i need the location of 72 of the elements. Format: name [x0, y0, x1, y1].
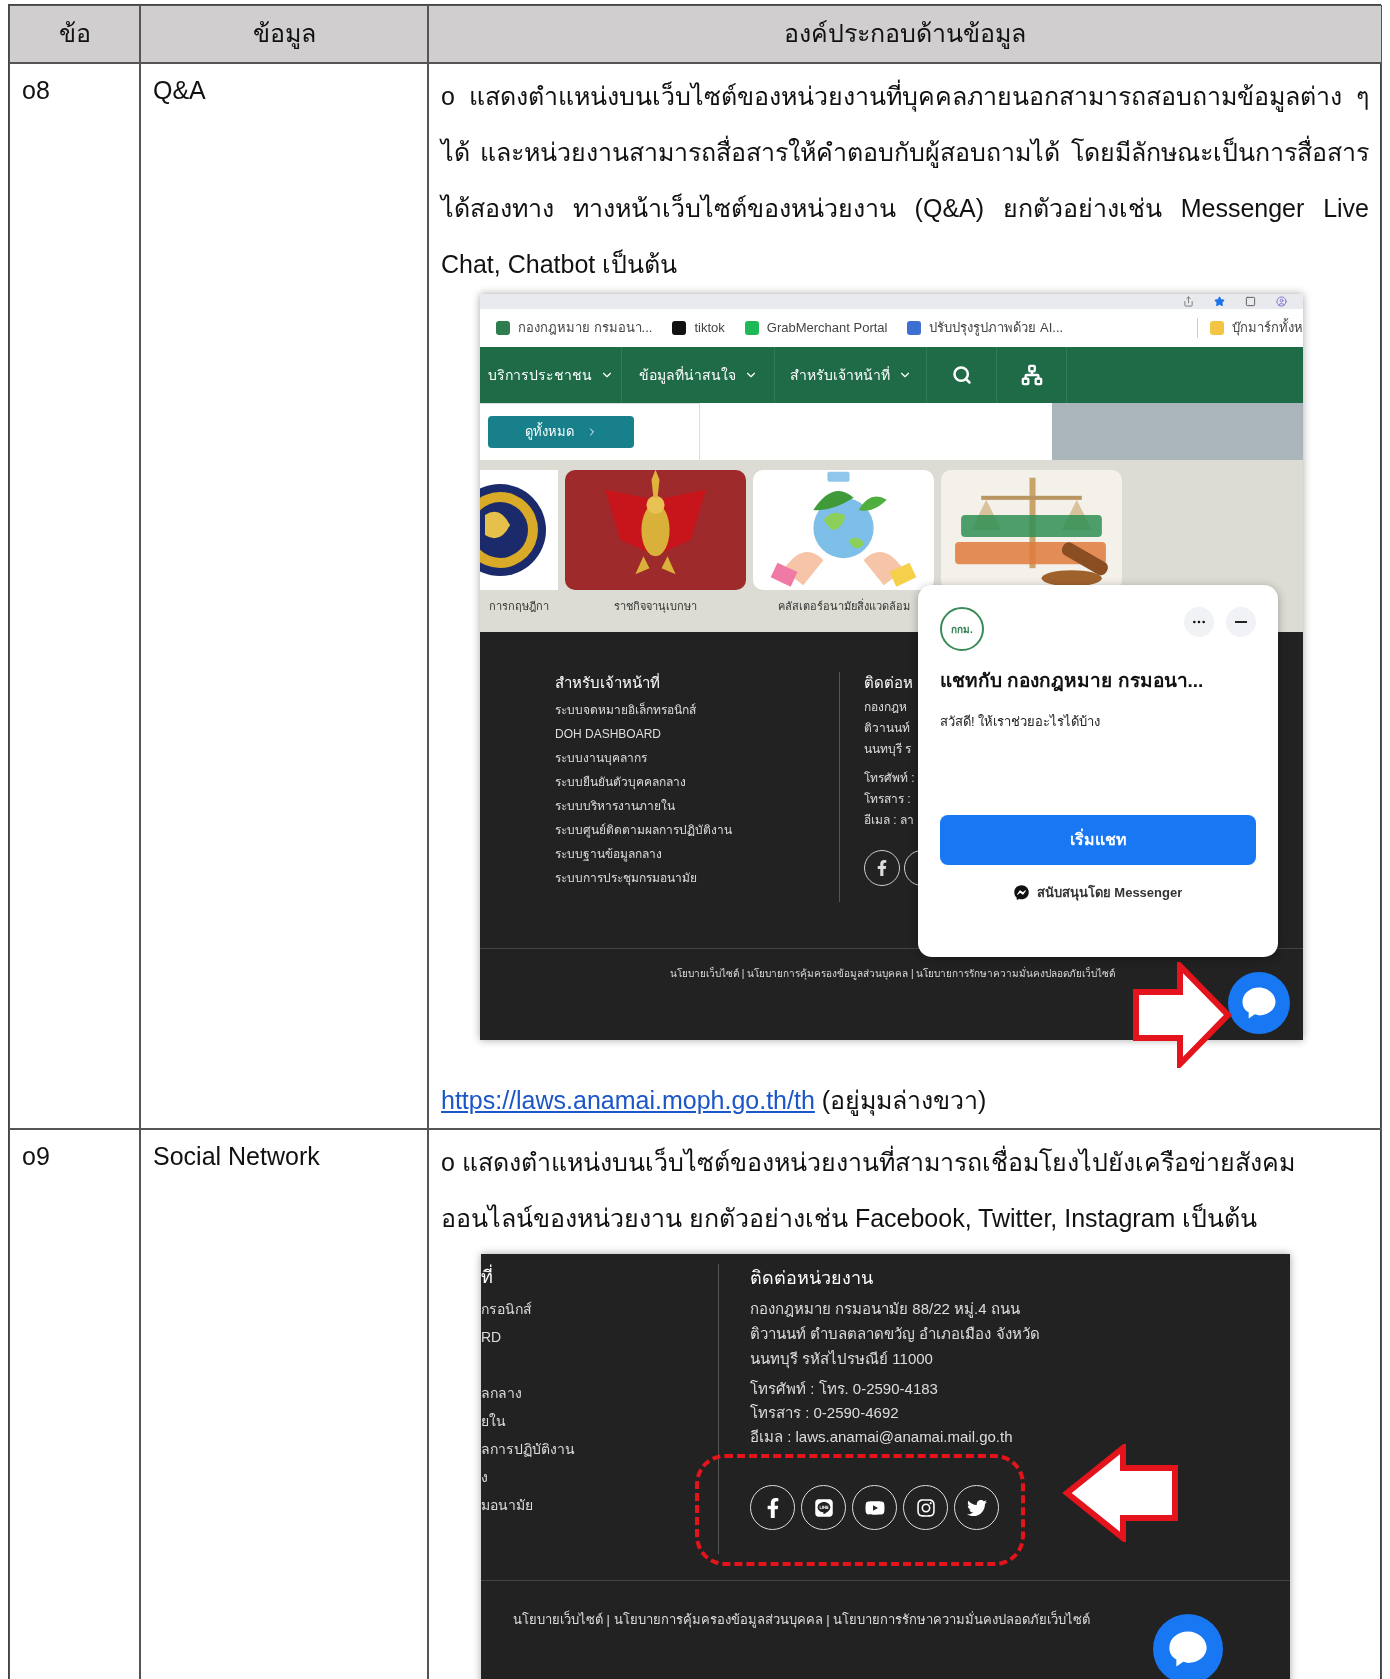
- footer-link[interactable]: ระบบงานบุคลากร: [555, 748, 839, 767]
- instagram-icon[interactable]: [903, 1485, 948, 1530]
- chat-bubble-icon[interactable]: [1153, 1614, 1223, 1679]
- address-line: นนทบุรี รหัสไปรษณีย์ 11000: [750, 1349, 934, 1371]
- link-note: (อยู่มุมล่างขวา): [821, 1086, 987, 1114]
- page-logo: กกม.: [940, 607, 984, 651]
- footer-heading: ติดต่อหน่วยงาน: [750, 1267, 874, 1290]
- description: o แสดงตำแหน่งบนเว็บไซต์ของหน่วยงานที่สามารถเชื่อมโยงไปยังเครือข่ายสังคมออนไลน์ของหน่วยงาน ยกตัวอย่างเช่น Facebook, Twitter, Instagram เป็นต้น: [441, 1134, 1369, 1246]
- contact-line: โทรศัพท์ :: [864, 769, 916, 787]
- footer-link[interactable]: ระบบยืนยันตัวบุคคลกลาง: [555, 772, 839, 791]
- item-number: o9: [22, 1142, 50, 1170]
- chat-bubble-icon[interactable]: [1228, 972, 1290, 1034]
- contact-line: อีเมล : ลา: [864, 811, 915, 829]
- contact-line: โทรสาร :: [864, 790, 912, 808]
- policy-links[interactable]: นโยบายเว็บไซต์ | นโยบายการคุ้มครองข้อมูลส่วนบุคคล | นโยบายการรักษาความมั่นคงปลอดภัยเว็บไซต์: [670, 968, 1116, 979]
- card-caption[interactable]: ราชกิจจานุเบกษา: [614, 598, 697, 615]
- footer-link[interactable]: RD: [481, 1327, 718, 1347]
- contact-line: กองกฎห: [864, 698, 908, 716]
- footer-heading: ติดต่อห: [864, 673, 914, 693]
- contact-line: โทรสาร : 0-2590-4692: [750, 1403, 900, 1423]
- address-line: ติวานนท์ ตำบลตลาดขวัญ อำเภอเมือง จังหวัด: [750, 1324, 1040, 1344]
- contact-line: ติวานนท์: [864, 719, 911, 737]
- footer-link[interactable]: ยใน: [481, 1411, 718, 1431]
- policy-links[interactable]: นโยบายเว็บไซต์ | นโยบายการคุ้มครองข้อมูลส่วนบุคคล | นโยบายการรักษาความมั่นคงปลอดภัยเว็บไซต์: [513, 1612, 1091, 1627]
- address-line: กองกฎหมาย กรมอนามัย 88/22 หมู่.4 ถนน: [750, 1299, 1021, 1320]
- footer-link[interactable]: กรอนิกส์: [481, 1299, 718, 1319]
- bookmark[interactable]: GrabMerchant Portal: [744, 318, 888, 338]
- contact-line: นนทบุรี ร: [864, 740, 913, 758]
- footer-link[interactable]: ระบบการประชุมกรมอนามัย: [555, 868, 839, 887]
- description: o แสดงตำแหน่งบนเว็บไซต์ของหน่วยงานที่บุคคลภายนอกสามารถสอบถามข้อมูลต่าง ๆ ได้ และหน่วยงานสามารถสื่อสารให้คำตอบกับผู้สอบถามได้ โดยมีลักษณะเป็นการสื่อสารได้สองทาง ทางหน้าเว็บไซต์ของหน่วยงาน (Q&A) ยกตัวอย่างเช่น Messenger Live Chat, Chatbot เป็นต้น: [441, 68, 1369, 292]
- bookmark[interactable]: บุ๊กมาร์กทั้งห: [1197, 318, 1303, 338]
- footer-link[interactable]: ระบบบริหารงานภายใน: [555, 796, 839, 815]
- minus-icon: [1235, 621, 1247, 623]
- contact-line: โทรศัพท์ : โทร. 0-2590-4183: [750, 1379, 939, 1399]
- footer-link[interactable]: มอนามัย: [481, 1495, 718, 1515]
- bookmark[interactable]: ปรับปรุงรูปภาพด้วย AI...: [907, 318, 1064, 338]
- minimize-button[interactable]: [1226, 607, 1256, 637]
- footer-heading: ที่: [481, 1264, 718, 1291]
- arrow-icon: [1061, 1444, 1179, 1542]
- column-header: ข้อมูล: [140, 5, 428, 63]
- footer-heading: สำหรับเจ้าหน้าที่: [555, 672, 661, 693]
- profile-icon[interactable]: [1276, 296, 1287, 307]
- chat-greeting: สวัสดี! ให้เราช่วยอะไรได้บ้าง: [940, 712, 1102, 731]
- footer-link[interactable]: ง: [481, 1467, 718, 1487]
- item-name: Q&A: [153, 76, 206, 104]
- view-all-button[interactable]: ดูทั้งหมด: [488, 416, 634, 448]
- window-icon[interactable]: [1245, 296, 1256, 307]
- arrow-icon: [1132, 962, 1232, 1068]
- website-link[interactable]: https://laws.anamai.moph.go.th/th: [441, 1086, 815, 1114]
- bookmark[interactable]: tiktok: [672, 318, 725, 338]
- share-icon[interactable]: [1183, 296, 1194, 307]
- item-number: o8: [22, 76, 50, 104]
- item-name: Social Network: [153, 1142, 320, 1170]
- sitemap-icon[interactable]: [1020, 364, 1043, 386]
- powered-by: สนับสนุนโดย Messenger: [1036, 884, 1183, 903]
- footer-link[interactable]: ลกลาง: [481, 1383, 718, 1403]
- footer-link[interactable]: DOH DASHBOARD: [555, 724, 839, 743]
- card-caption[interactable]: คลัสเตอร์อนามัยสิ่งแวดล้อม: [777, 598, 910, 615]
- start-chat-button[interactable]: เริ่มแชท: [940, 815, 1256, 865]
- bookmark[interactable]: กองกฎหมาย กรมอนา...: [496, 318, 653, 338]
- column-header: ข้อ: [9, 5, 140, 63]
- search-icon[interactable]: [951, 365, 972, 385]
- column-header: องค์ประกอบด้านข้อมูล: [428, 5, 1382, 63]
- star-icon[interactable]: [1214, 296, 1225, 307]
- card-caption[interactable]: การกฤษฎีกา: [489, 598, 549, 615]
- footer-link[interactable]: ระบบจดหมายอิเล็กทรอนิกส์: [555, 700, 839, 719]
- footer-link[interactable]: ระบบฐานข้อมูลกลาง: [555, 844, 839, 863]
- messenger-icon: [1013, 885, 1029, 901]
- contact-line: อีเมล : laws.anamai@anamai.mail.go.th: [750, 1427, 1014, 1447]
- footer-link[interactable]: ลการปฏิบัติงาน: [481, 1439, 718, 1459]
- chat-title: แชทกับ กองกฎหมาย กรมอนา...: [940, 669, 1205, 694]
- footer-link[interactable]: ระบบศูนย์ติดตามผลการปฏิบัติงาน: [555, 820, 839, 839]
